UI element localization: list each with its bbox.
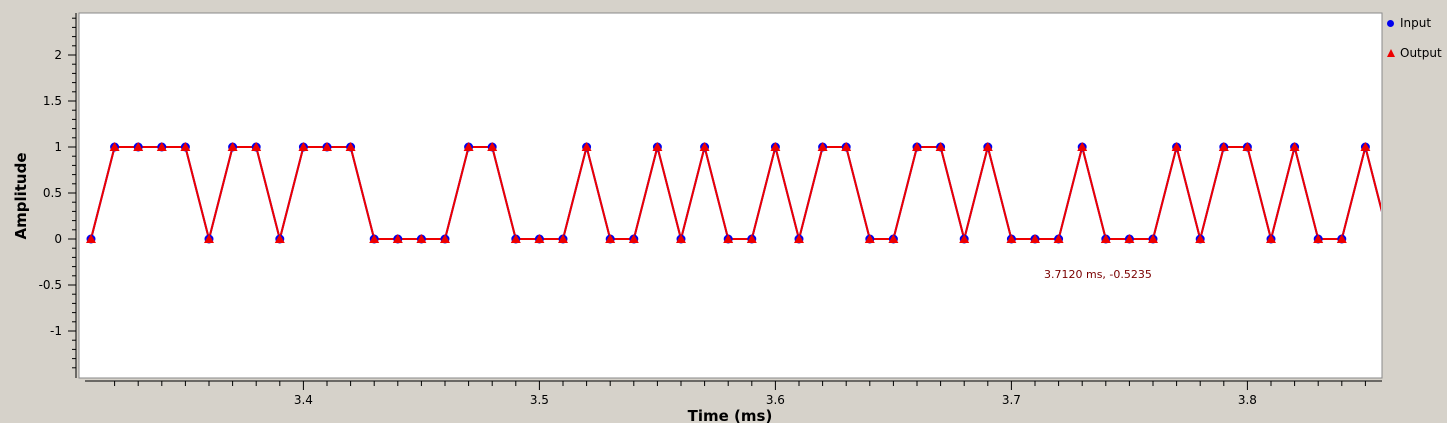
y-axis: -1 -0.5 0 0.5 1 1.5 2 [39, 13, 77, 378]
legend-label-input: Input [1400, 16, 1432, 30]
legend: Input Output [1386, 14, 1447, 74]
y-tick-label: 1.5 [43, 94, 62, 108]
circle-marker-icon [1386, 18, 1396, 28]
chart-svg: -1 -0.5 0 0.5 1 1.5 2 3.4 3.5 3.6 3.7 3.8 Amplitud… [12, 12, 1394, 423]
plot-canvas[interactable] [78, 12, 1383, 379]
legend-item-output[interactable]: Output [1386, 44, 1447, 62]
y-axis-title: Amplitude [12, 152, 30, 239]
x-axis-title: Time (ms) [688, 407, 773, 423]
y-tick-label: -0.5 [39, 278, 62, 292]
y-tick-label: 0.5 [43, 186, 62, 200]
cursor-readout: 3.7120 ms, -0.5235 [1044, 268, 1152, 281]
x-tick-label: 3.8 [1238, 393, 1257, 407]
x-tick-label: 3.7 [1002, 393, 1021, 407]
input-point [1385, 235, 1394, 244]
x-tick-label: 3.5 [530, 393, 549, 407]
legend-item-input[interactable]: Input [1386, 14, 1447, 32]
triangle-marker-icon [1386, 48, 1396, 58]
x-tick-label: 3.4 [294, 393, 313, 407]
x-axis: 3.4 3.5 3.6 3.7 3.8 [85, 380, 1382, 407]
y-tick-label: 2 [54, 48, 62, 62]
y-tick-label: 0 [54, 232, 62, 246]
legend-label-output: Output [1400, 46, 1442, 60]
output-point [1384, 234, 1394, 243]
y-tick-label: 1 [54, 140, 62, 154]
y-tick-label: -1 [50, 324, 62, 338]
x-tick-label: 3.6 [766, 393, 785, 407]
